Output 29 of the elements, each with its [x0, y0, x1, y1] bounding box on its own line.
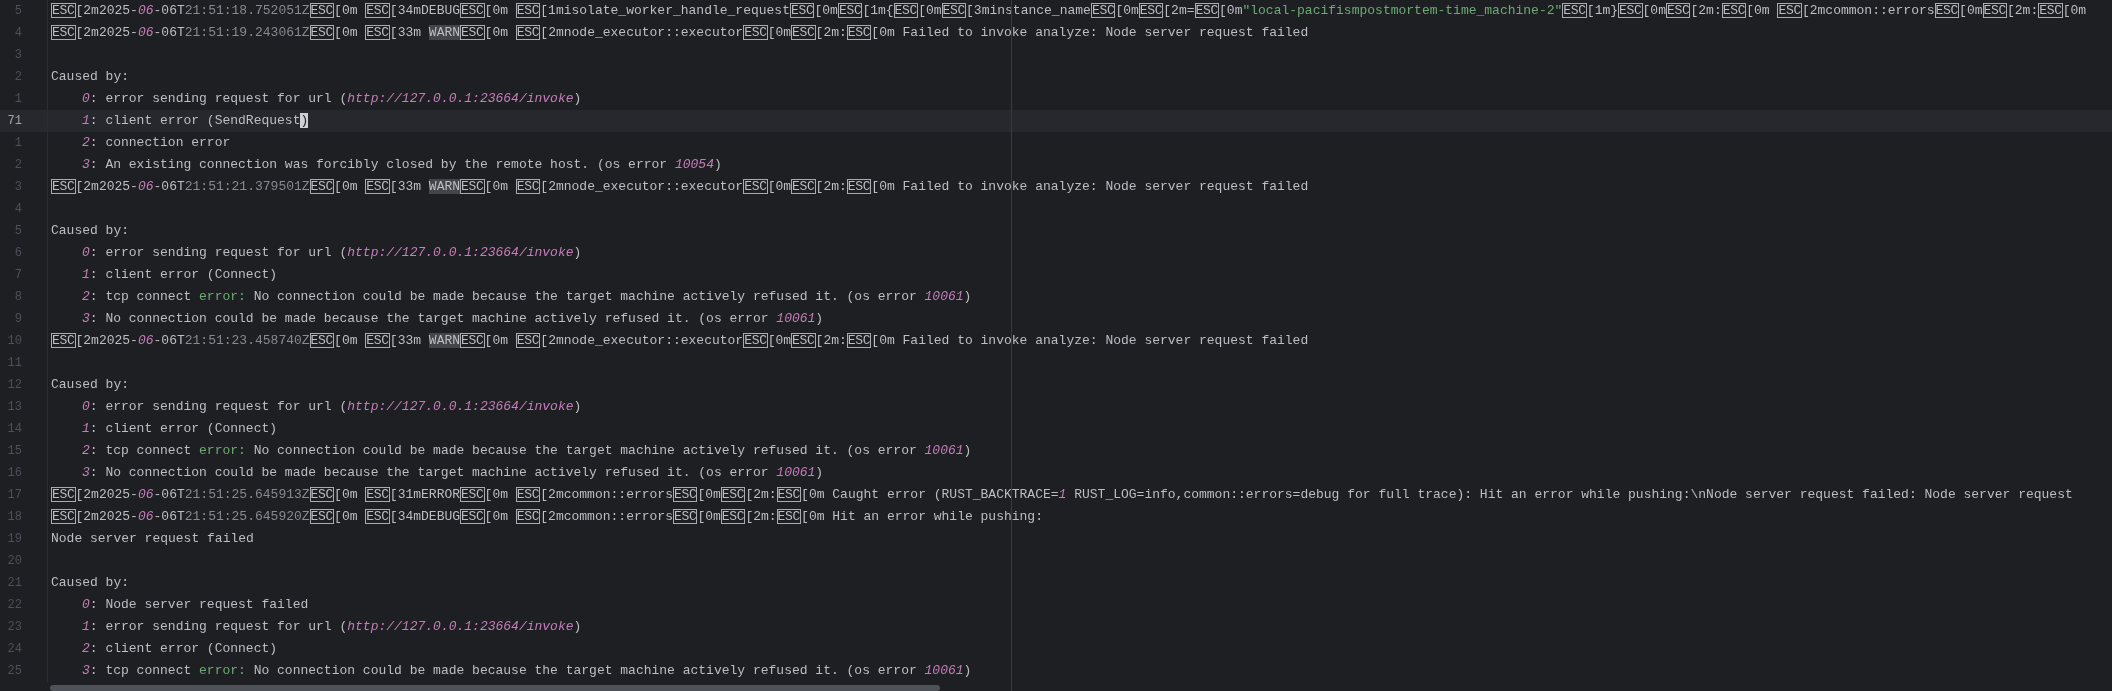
code-line: 1: client error (Connect) [82, 420, 278, 439]
code-line: ESC[2m2025-06-06T21:51:18.752051ZESC[0m ESC[34mDEBUGESC[0m ESC[1misolate_worker_handle_request ESC[0m ESC[1m{ESC[0mESC[3minstance_name ESC[0mESC[2m=ESC[0m"local-pacifismpostmortem-time_machine-2"ESC[1m}ESC[0mESC[2m:ESC[0m ESC[2mcommon::errorsESC[0mESC[2m:ESC[0m [51, 2, 2087, 21]
code-line: ESC[2m2025-06-06T21:51:25.645920ZESC[0m ESC[34mDEBUGESC[0m ESC[2mcommon::errors ESC[0mESC[2m:ESC[0m Hit an error while pushing: [51, 508, 1043, 527]
code-line: 0: error sending request for url (http://127.0.0.1:23664/invoke) [82, 90, 582, 109]
code-line: ESC[2m2025-06-06T21:51:21.379501ZESC[0m ESC[33m WARN ESC[0m ESC[2mnode_executor::executor ESC[0mESC[2m:ESC[0m Failed to invoke analyze: Node server request failed [51, 178, 1309, 197]
code-line: Node server request failed [51, 530, 254, 549]
code-line: 2: client error (Connect) [82, 640, 278, 659]
code-line: 0: error sending request for url (http://127.0.0.1:23664/invoke) [82, 244, 582, 263]
code-line: 3: No connection could be made because the target machine actively refused it. (os error 10061) [82, 464, 824, 483]
code-line: 0: error sending request for url (http://127.0.0.1:23664/invoke) [82, 398, 582, 417]
code-line: ESC[2m2025-06-06T21:51:19.243061ZESC[0m ESC[33m WARN ESC[0m ESC[2mnode_executor::executor ESC[0mESC[2m:ESC[0m Failed to invoke analyze: Node server request failed [51, 24, 1309, 43]
code-line: 3: No connection could be made because the target machine actively refused it. (os error 10061) [82, 310, 824, 329]
code-line: 1: error sending request for url (http://127.0.0.1:23664/invoke) [82, 618, 582, 637]
code-line: 3: tcp connect error: No connection could be made because the target machine actively refused it. (os error 10061) [82, 662, 972, 681]
code-line: 1: client error (Connect) [82, 266, 278, 285]
code-line: 1: client error (SendRequest) [82, 112, 309, 131]
horizontal-scrollbar[interactable] [50, 685, 940, 691]
code-line: ESC[2m2025-06-06T21:51:23.458740ZESC[0m ESC[33m WARN ESC[0m ESC[2mnode_executor::executor ESC[0mESC[2m:ESC[0m Failed to invoke analyze: Node server request failed [51, 332, 1309, 351]
code-line: Caused by: [51, 574, 129, 593]
code-line: 3: An existing connection was forcibly closed by the remote host. (os error 10054) [82, 156, 722, 175]
line-number: 71 [6, 113, 22, 130]
code-line: Caused by: [51, 222, 129, 241]
code-line: Caused by: [51, 376, 129, 395]
code-line: 0: Node server request failed [82, 596, 309, 615]
code-line: 2: connection error [82, 134, 231, 153]
code-line: ESC[2m2025-06-06T21:51:25.645913ZESC[0m ESC[31mERRORESC[0m ESC[2mcommon::errors ESC[0mESC[2m:ESC[0m Caught error (RUST_BACKTRACE=1 RUST_LOG=info,common::errors=debug for full trace): Hit an error while pushing:\nNode server request failed: Node server request [51, 486, 2073, 505]
code-line: Caused by: [51, 68, 129, 87]
code-line: 2: tcp connect error: No connection could be made because the target machine actively refused it. (os error 10061) [82, 442, 972, 461]
code-line: 2: tcp connect error: No connection could be made because the target machine actively refused it. (os error 10061) [82, 288, 972, 307]
